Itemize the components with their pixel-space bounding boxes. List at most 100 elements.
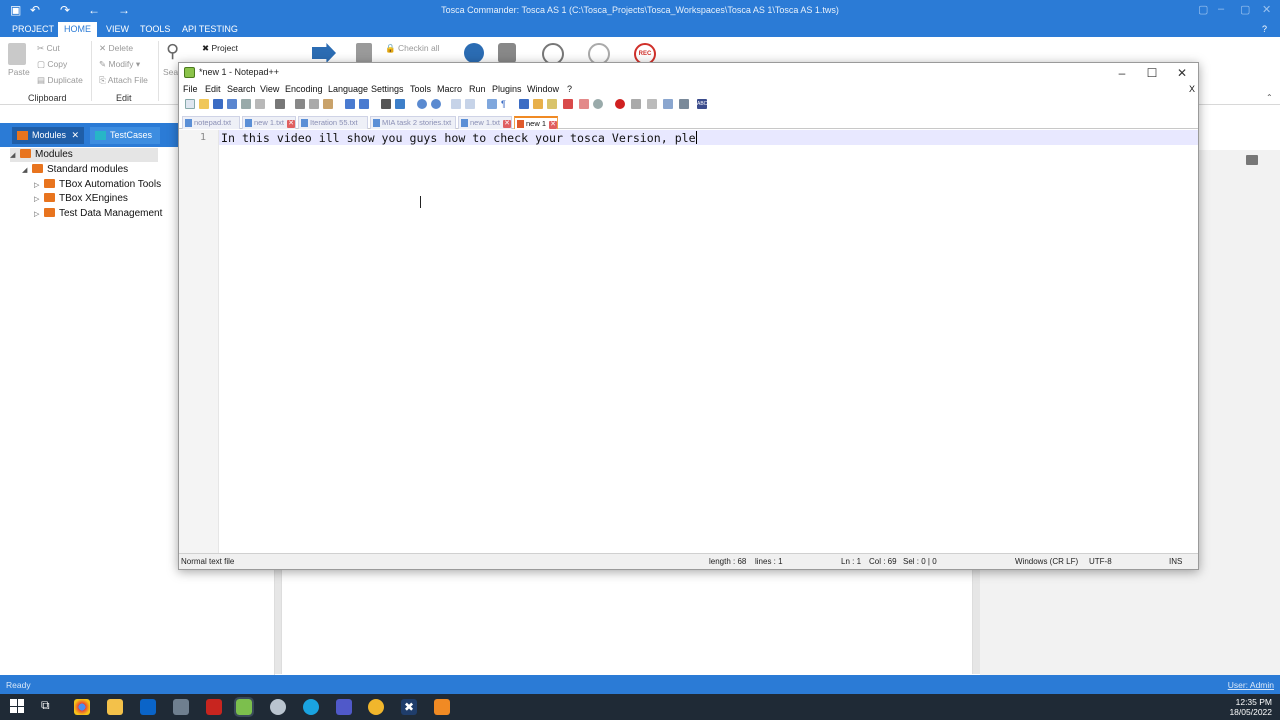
save-macro-icon[interactable] xyxy=(679,99,689,109)
project-button[interactable]: ✖ Project xyxy=(202,43,238,54)
tree-item-standard-modules[interactable]: ◢ Standard modules xyxy=(22,163,128,177)
new-file-icon[interactable] xyxy=(185,99,195,109)
expand-icon[interactable]: ◢ xyxy=(10,149,20,163)
undo-icon[interactable] xyxy=(345,99,355,109)
splitter[interactable] xyxy=(973,568,980,674)
minimize-button[interactable]: – xyxy=(1107,64,1137,82)
menu-help[interactable]: ? xyxy=(567,84,572,94)
tab-view[interactable]: VIEW xyxy=(100,22,135,37)
document-tab[interactable]: MIA task 2 stories.txt✕ xyxy=(370,116,456,140)
file-encoding[interactable]: UTF-8 xyxy=(1089,557,1112,566)
file-explorer-icon[interactable] xyxy=(107,699,123,715)
outlook-icon[interactable] xyxy=(140,699,156,715)
line-endings[interactable]: Windows (CR LF) xyxy=(1015,557,1078,566)
document-tab[interactable]: notepad.txt✕ xyxy=(182,116,240,140)
record-macro-icon[interactable] xyxy=(615,99,625,109)
document-tab[interactable]: new 1.txt ✕ xyxy=(242,116,296,129)
close-icon[interactable]: ✕ xyxy=(1262,3,1271,16)
collapse-ribbon-icon[interactable]: ⌃ xyxy=(1266,93,1273,102)
udl-icon[interactable] xyxy=(533,99,543,109)
tree-item[interactable]: ▷ TBox Automation Tools xyxy=(34,178,161,192)
text-editor[interactable]: 1 In this video ill show you guys how to… xyxy=(179,130,1198,554)
menu-tools[interactable]: Tools xyxy=(410,84,431,94)
tosca-icon[interactable]: ✖ xyxy=(401,699,417,715)
paste-icon[interactable] xyxy=(323,99,333,109)
stop-recording-icon[interactable] xyxy=(631,99,641,109)
word-wrap-icon[interactable] xyxy=(487,99,497,109)
help-icon[interactable]: ? xyxy=(1256,22,1273,37)
close-tab-icon[interactable]: ✕ xyxy=(287,120,296,128)
tree-item[interactable]: ▷ Test Data Management xyxy=(34,207,162,221)
copy-button[interactable]: ▢ Copy xyxy=(37,59,67,70)
checkin-all-button[interactable]: 🔒 Checkin all xyxy=(385,43,440,54)
menu-macro[interactable]: Macro xyxy=(437,84,462,94)
tab-tools[interactable]: TOOLS xyxy=(134,22,176,37)
paste-button[interactable]: Paste xyxy=(8,67,30,77)
collapse-icon[interactable]: ▷ xyxy=(34,179,44,193)
document-tab[interactable]: new 1.txt ✕ xyxy=(458,116,512,129)
sync-vertical-icon[interactable] xyxy=(451,99,461,109)
paste-icon[interactable] xyxy=(8,43,26,65)
document-tab[interactable]: Iteration 55.txt✕ xyxy=(298,116,368,140)
menu-file[interactable]: File xyxy=(183,84,198,94)
tree-item-modules[interactable]: ◢ Modules xyxy=(10,148,158,162)
duplicate-button[interactable]: ▤ Duplicate xyxy=(37,75,83,86)
menu-edit[interactable]: Edit xyxy=(205,84,221,94)
tab-project[interactable]: PROJECT xyxy=(6,22,60,37)
zoom-out-icon[interactable] xyxy=(431,99,441,109)
cut-icon[interactable] xyxy=(295,99,305,109)
open-file-icon[interactable] xyxy=(199,99,209,109)
minimize-icon[interactable]: – xyxy=(1218,3,1224,15)
menu-plugins[interactable]: Plugins xyxy=(492,84,522,94)
tab-modules[interactable]: Modules ✕ xyxy=(12,127,84,144)
delete-button[interactable]: ✕ Delete xyxy=(99,43,133,54)
search-button[interactable]: Sea xyxy=(163,67,178,77)
tree-item[interactable]: ▷ TBox XEngines xyxy=(34,192,128,206)
user-link[interactable]: User: Admin xyxy=(1228,680,1274,690)
notepad-plus-plus-icon[interactable] xyxy=(234,697,254,717)
modify-button[interactable]: ✎ Modify ▾ xyxy=(99,59,140,70)
playback-icon[interactable] xyxy=(647,99,657,109)
menu-settings[interactable]: Settings xyxy=(371,84,404,94)
print-icon[interactable] xyxy=(275,99,285,109)
find-icon[interactable] xyxy=(381,99,391,109)
system-clock[interactable]: 12:35 PM 18/05/2022 xyxy=(1229,697,1272,717)
cut-button[interactable]: ✂ Cut xyxy=(37,43,60,54)
run-icon[interactable] xyxy=(312,43,336,63)
chrome-canary-icon[interactable] xyxy=(368,699,384,715)
sync-horizontal-icon[interactable] xyxy=(465,99,475,109)
close-tab-icon[interactable]: ✕ xyxy=(71,127,79,144)
save-all-icon[interactable] xyxy=(227,99,237,109)
update-icon[interactable] xyxy=(464,43,484,63)
menu-view[interactable]: View xyxy=(260,84,279,94)
editor-line[interactable]: In this video ill show you guys how to c… xyxy=(221,131,697,145)
search-icon[interactable]: ⚲ xyxy=(166,41,179,62)
close-tab-icon[interactable]: ✕ xyxy=(503,120,512,128)
printer-icon[interactable] xyxy=(1246,155,1258,165)
run-multiple-icon[interactable] xyxy=(663,99,673,109)
menu-window[interactable]: Window xyxy=(527,84,559,94)
spell-check-icon[interactable]: ABC xyxy=(697,99,707,109)
maximize-button[interactable]: ☐ xyxy=(1137,64,1167,82)
maximize-icon[interactable]: ▢ xyxy=(1240,3,1250,16)
save-icon[interactable] xyxy=(213,99,223,109)
close-document-button[interactable]: X xyxy=(1189,84,1195,94)
collapse-icon[interactable]: ▷ xyxy=(34,193,44,207)
tab-api-testing[interactable]: API TESTING xyxy=(176,22,244,37)
copy-icon[interactable] xyxy=(309,99,319,109)
menu-run[interactable]: Run xyxy=(469,84,486,94)
snipping-tool-icon[interactable] xyxy=(270,699,286,715)
checkout-icon[interactable] xyxy=(356,43,372,63)
database-icon[interactable] xyxy=(498,43,516,63)
camera-icon[interactable] xyxy=(173,699,189,715)
close-tab-icon[interactable]: ✕ xyxy=(549,121,558,129)
monitoring-icon[interactable] xyxy=(593,99,603,109)
menu-search[interactable]: Search xyxy=(227,84,256,94)
task-view-icon[interactable]: ⧉ xyxy=(41,698,50,713)
close-all-icon[interactable] xyxy=(255,99,265,109)
teams-icon[interactable] xyxy=(336,699,352,715)
close-button[interactable]: ✕ xyxy=(1167,64,1197,82)
document-tab-active[interactable]: new 1 ✕ xyxy=(514,116,558,129)
menu-language[interactable]: Language xyxy=(328,84,368,94)
zoom-in-icon[interactable] xyxy=(417,99,427,109)
